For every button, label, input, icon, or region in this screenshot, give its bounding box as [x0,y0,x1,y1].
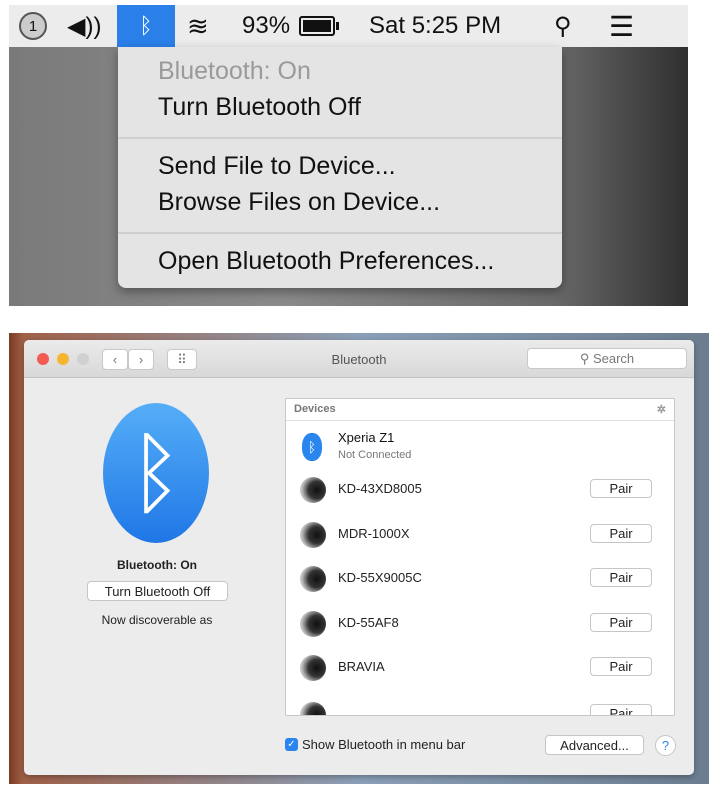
checkbox-checked-icon: ✓ [285,738,298,751]
speaker-icon [300,477,326,503]
device-name: KD-55AF8 [338,614,399,630]
pair-button[interactable]: Pair [590,523,652,543]
loading-spinner-icon: ✲ [656,404,666,416]
pair-button[interactable]: Pair [590,568,652,587]
speaker-icon [300,655,326,681]
search-input[interactable]: ⚲ Search [527,348,687,369]
device-status: Not Connected [338,449,412,461]
menu-item-browse-files[interactable]: Browse Files on Device... [158,188,440,217]
menu-separator [118,137,562,139]
menu-item-open-preferences[interactable]: Open Bluetooth Preferences... [158,247,494,276]
search-placeholder: Search [592,351,635,366]
battery-icon[interactable] [299,5,339,47]
bluetooth-logo-icon: ᛒ [103,403,209,543]
device-row[interactable]: KD-43XD8005 Pair [286,467,674,511]
preferences-screenshot: ‹ › ⠿ Bluetooth ⚲ Search ᛒ Bluetooth: On… [9,333,709,784]
volume-icon[interactable]: ◀)) [67,5,101,47]
bluetooth-menu-icon[interactable]: ᛒ [117,5,175,47]
notification-badge[interactable]: 1 [19,5,47,47]
wifi-icon[interactable]: ≋ [187,5,209,47]
bluetooth-device-icon: ᛒ [302,433,322,461]
search-icon: ⚲ [579,350,593,366]
menu-bar: 1 ◀)) ᛒ ≋ 93% Sat 5:25 PM ⚲ ☰ [9,5,688,47]
device-row[interactable]: KD-55X9005C Pair [286,556,674,600]
spotlight-search-icon[interactable]: ⚲ [554,5,572,47]
device-row[interactable]: KD-55AF8 Pair [286,601,674,645]
pair-button[interactable]: Pair [590,657,652,676]
device-row[interactable]: MDR-1000X Pair [286,512,674,556]
show-in-menu-bar-checkbox[interactable]: ✓ Show Bluetooth in menu bar [285,737,465,752]
pair-button[interactable]: Pair [590,479,652,498]
title-bar: ‹ › ⠿ Bluetooth ⚲ Search [24,340,694,378]
device-row-partial[interactable]: Pair [286,692,674,715]
bluetooth-status-label: Bluetooth: On [117,558,197,572]
device-name: MDR-1000X [338,525,410,541]
device-name: KD-55X9005C [338,570,422,585]
clock[interactable]: Sat 5:25 PM [369,5,501,47]
devices-list[interactable]: Devices ✲ ᛒ Xperia Z1 Not Connected KD-43… [285,398,675,716]
speaker-icon [300,566,326,592]
discoverable-label: Now discoverable as [101,613,213,627]
checkbox-label: Show Bluetooth in menu bar [302,737,466,752]
speaker-icon [300,702,326,715]
advanced-button[interactable]: Advanced... [545,735,644,755]
bluetooth-preferences-window: ‹ › ⠿ Bluetooth ⚲ Search ᛒ Bluetooth: On… [24,340,694,775]
turn-bluetooth-off-button[interactable]: Turn Bluetooth Off [87,581,228,601]
devices-header: Devices ✲ [286,399,674,421]
bluetooth-status: Bluetooth: On [158,57,311,85]
speaker-icon [300,521,326,548]
menu-separator [118,232,562,234]
device-name: Xperia Z1 [338,430,395,445]
help-button[interactable]: ? [655,735,676,756]
device-name: KD-43XD8005 [338,481,422,496]
pair-button[interactable]: Pair [590,704,652,715]
battery-percent: 93% [242,12,291,39]
menu-item-turn-bluetooth-off[interactable]: Turn Bluetooth Off [158,93,361,122]
bluetooth-dropdown-menu: Bluetooth: On Turn Bluetooth Off Send Fi… [118,47,562,288]
pair-button[interactable]: Pair [590,612,652,632]
menubar-screenshot: 1 ◀)) ᛒ ≋ 93% Sat 5:25 PM ⚲ ☰ Bluetooth:… [9,5,688,306]
speaker-icon [300,610,326,637]
notification-center-icon[interactable]: ☰ [609,5,634,47]
menu-item-send-file[interactable]: Send File to Device... [158,152,396,181]
device-row[interactable]: BRAVIA Pair [286,645,674,689]
device-name: BRAVIA [338,659,385,674]
device-row-connected[interactable]: ᛒ Xperia Z1 Not Connected [286,422,674,466]
